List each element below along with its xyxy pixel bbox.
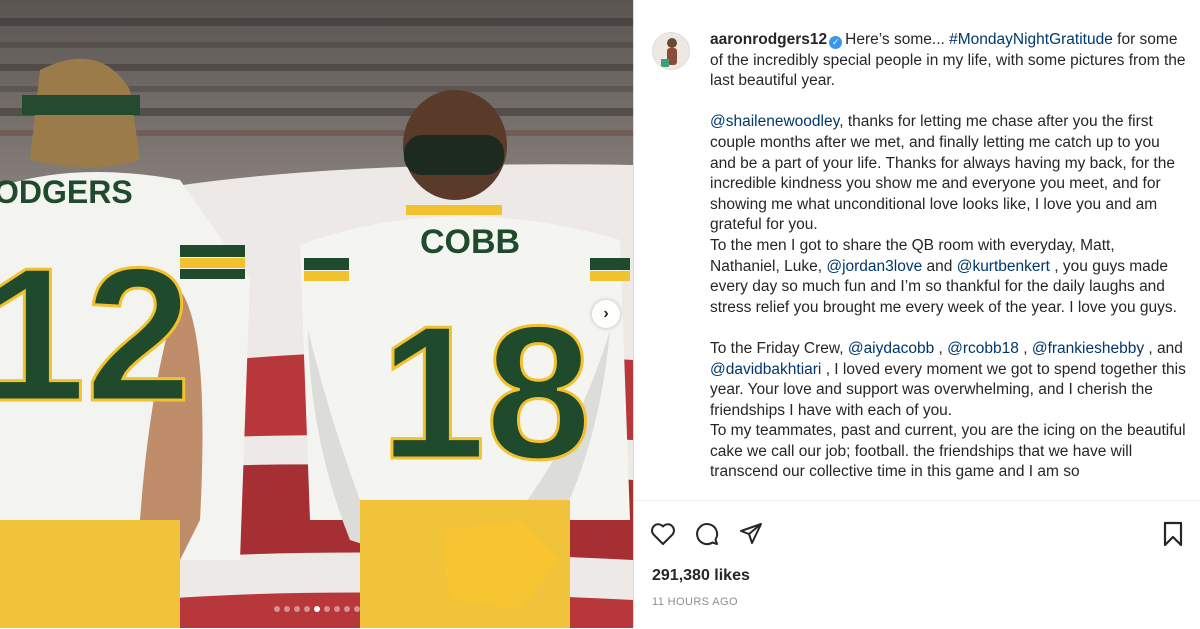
caption-link[interactable]: @davidbakhtiari [710, 361, 821, 378]
caption-text: , [1018, 339, 1032, 357]
carousel-indicator [0, 606, 633, 612]
carousel-dot [353, 606, 360, 612]
carousel-dot [293, 606, 300, 612]
post-photo[interactable]: ODGERS 12 COBB 18 › [0, 0, 633, 628]
share-button[interactable] [736, 519, 766, 549]
caption-link[interactable]: @shailenewoodley [710, 113, 839, 130]
caption-scroll-area[interactable]: aaronrodgers12 ✓ Here’s some... #MondayNig… [652, 30, 1192, 500]
comment-icon [696, 523, 719, 546]
caption-link[interactable]: @kurtbenkert [957, 258, 1050, 275]
caption-paragraph: To my teammates, past and current, you a… [710, 421, 1188, 483]
carousel-dot [283, 606, 290, 612]
carousel-dot [303, 606, 310, 612]
caption-text: , and [1144, 339, 1183, 357]
carousel-dot [323, 606, 330, 612]
avatar-image [653, 33, 689, 69]
caption-paragraph: @shailenewoodley, thanks for letting me … [710, 112, 1188, 236]
jersey-left-number: 12 [0, 229, 191, 441]
caption-link[interactable]: @frankieshebby [1032, 340, 1144, 357]
caption-link[interactable]: @jordan3love [826, 258, 922, 275]
post-timestamp[interactable]: 11 HOURS AGO [652, 596, 738, 608]
caption-text: , [934, 339, 948, 357]
caption-text: , thanks for letting me chase after you … [710, 113, 1175, 234]
avatar[interactable] [652, 32, 690, 70]
carousel-dot [313, 606, 320, 612]
caption-link[interactable]: @rcobb18 [947, 340, 1019, 357]
post-actions: 291,380 likes 11 HOURS AGO [634, 500, 1200, 629]
chevron-right-icon: › [603, 305, 609, 322]
caption-link[interactable]: #MondayNightGratitude [949, 31, 1113, 48]
jersey-right-number: 18 [380, 287, 591, 499]
heart-icon [651, 523, 675, 545]
verified-badge-icon: ✓ [829, 36, 843, 49]
caption-text: Here’s some... [845, 31, 950, 48]
save-button[interactable] [1158, 519, 1188, 549]
carousel-next-button[interactable]: › [592, 300, 620, 328]
carousel-dot [333, 606, 340, 612]
jersey-left-name: ODGERS [0, 174, 133, 210]
share-icon [740, 523, 762, 544]
carousel-dot [273, 606, 280, 612]
likes-count[interactable]: 291,380 likes [652, 567, 750, 585]
caption-text: and [922, 257, 957, 275]
photo-illustration: ODGERS 12 COBB 18 [0, 0, 633, 628]
caption-link[interactable]: @aiydacobb [848, 340, 934, 357]
post-detail-panel: aaronrodgers12 ✓ Here’s some... #MondayNig… [633, 0, 1200, 628]
comment-button[interactable] [692, 519, 722, 549]
caption-text: To my teammates, past and current, you a… [710, 422, 1186, 481]
like-button[interactable] [648, 519, 678, 549]
caption-text: To the Friday Crew, [710, 339, 848, 357]
carousel-dot [343, 606, 350, 612]
bookmark-icon [1163, 521, 1183, 547]
post-caption: aaronrodgers12 ✓ Here’s some... #MondayNig… [710, 30, 1188, 483]
caption-paragraph: To the Friday Crew, @aiydacobb , @rcobb1… [710, 339, 1188, 421]
jersey-right-name: COBB [420, 223, 520, 261]
caption-paragraph: To the men I got to share the QB room wi… [710, 236, 1188, 318]
post-username[interactable]: aaronrodgers12 [710, 31, 827, 48]
